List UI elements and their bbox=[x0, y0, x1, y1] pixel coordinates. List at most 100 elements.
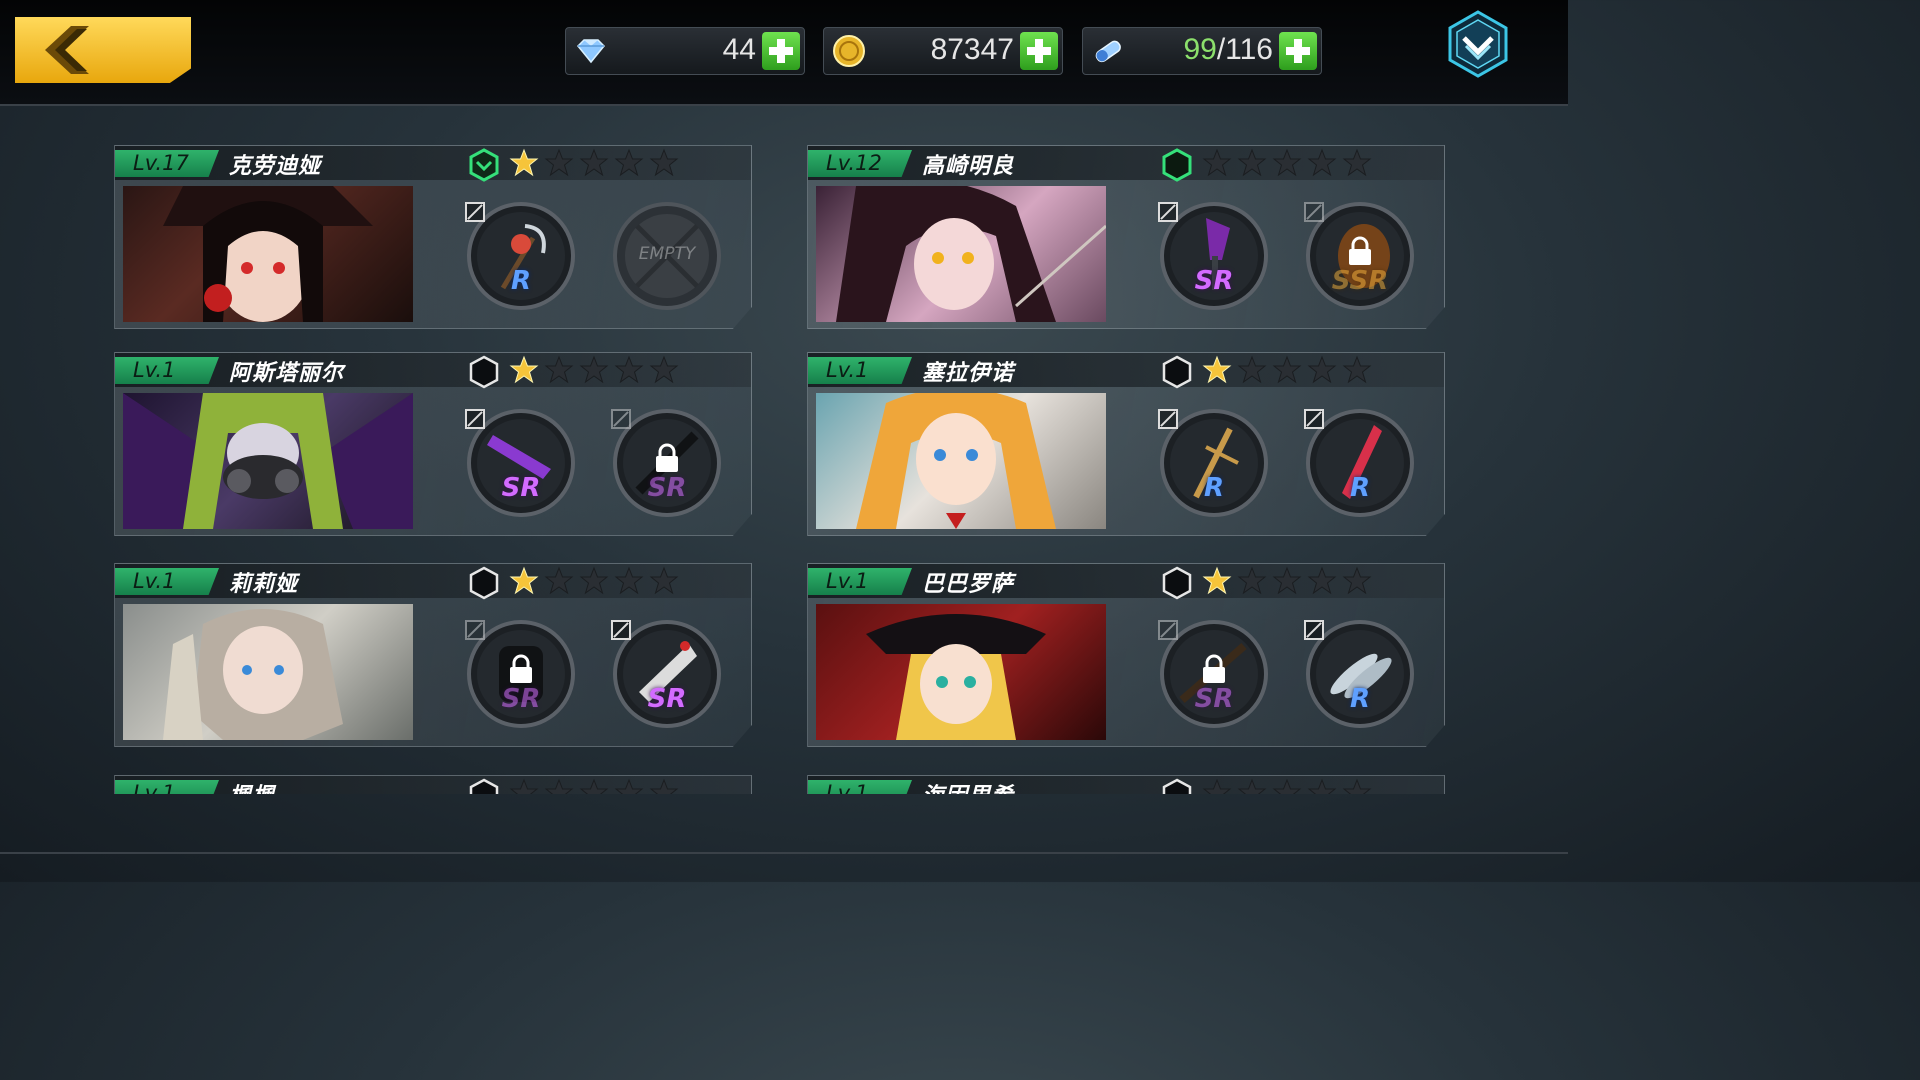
edit-icon bbox=[465, 620, 485, 640]
rarity-label: R bbox=[1349, 684, 1371, 714]
weapon-slot[interactable]: SR bbox=[1156, 198, 1272, 314]
star-empty-icon bbox=[1202, 778, 1232, 794]
diamond-icon bbox=[576, 39, 606, 64]
level-badge: Lv.1 bbox=[115, 357, 219, 384]
character-card[interactable]: Lv.1 莉莉娅 SR SR bbox=[114, 563, 752, 747]
level-badge: Lv.1 bbox=[115, 780, 219, 794]
weapon-slot-locked[interactable]: SR bbox=[463, 616, 579, 732]
hexagon-icon[interactable] bbox=[1161, 148, 1193, 182]
edit-icon bbox=[465, 202, 485, 222]
star-empty-icon bbox=[614, 355, 644, 384]
star-filled-icon bbox=[1202, 355, 1232, 384]
hexagon-icon[interactable] bbox=[1161, 355, 1193, 389]
star-empty-icon bbox=[1307, 355, 1337, 384]
character-portrait bbox=[123, 604, 413, 740]
weapon-slot[interactable]: SR bbox=[463, 405, 579, 521]
gold-value: 87347 bbox=[930, 33, 1014, 66]
level-badge: Lv.17 bbox=[115, 150, 219, 177]
edit-icon bbox=[1158, 202, 1178, 222]
star-filled-icon bbox=[509, 355, 539, 384]
top-bar: 44 87347 99/116 bbox=[0, 0, 1568, 106]
character-card[interactable]: Lv.1 塞拉伊诺 R R bbox=[807, 352, 1445, 536]
star-empty-icon bbox=[1342, 355, 1372, 384]
character-card[interactable]: Lv.1 海因里希 bbox=[807, 775, 1445, 794]
character-portrait bbox=[816, 186, 1106, 322]
bottom-divider bbox=[0, 852, 1568, 854]
star-empty-icon bbox=[614, 778, 644, 794]
star-empty-icon bbox=[1272, 778, 1302, 794]
upgrade-hexagon-icon[interactable] bbox=[468, 148, 500, 182]
star-rating bbox=[509, 355, 684, 385]
weapon-slot[interactable]: R bbox=[1302, 405, 1418, 521]
character-portrait bbox=[123, 186, 413, 322]
character-list[interactable]: Lv.17 克劳迪娅 R EMPTY Lv.12 高崎明良 SR SSR Lv.… bbox=[0, 104, 1568, 794]
star-empty-icon bbox=[544, 148, 574, 177]
rarity-label: SR bbox=[647, 473, 687, 503]
star-empty-icon bbox=[1307, 778, 1337, 794]
empty-label: EMPTY bbox=[638, 244, 696, 264]
character-name: 海因里希 bbox=[922, 778, 1014, 794]
rarity-label: SR bbox=[501, 473, 541, 503]
empty-slot[interactable]: EMPTY bbox=[609, 198, 725, 314]
character-card[interactable]: Lv.1 巴巴罗萨 SR R bbox=[807, 563, 1445, 747]
lock-icon bbox=[1203, 654, 1225, 683]
edit-icon bbox=[1304, 620, 1324, 640]
rarity-label: SR bbox=[647, 684, 687, 714]
hexagon-icon[interactable] bbox=[1161, 778, 1193, 794]
character-portrait bbox=[123, 393, 413, 529]
level-badge: Lv.1 bbox=[808, 780, 912, 794]
hexagon-icon[interactable] bbox=[468, 566, 500, 600]
weapon-slot[interactable]: R bbox=[1156, 405, 1272, 521]
weapon-slot[interactable]: SR bbox=[609, 616, 725, 732]
rarity-label: SR bbox=[1194, 266, 1234, 296]
rarity-label: R bbox=[1349, 473, 1371, 503]
weapon-slot-locked[interactable]: SR bbox=[1156, 616, 1272, 732]
weapon-slot[interactable]: R bbox=[1302, 616, 1418, 732]
character-name: 巴巴罗萨 bbox=[922, 572, 1015, 597]
edit-icon bbox=[1158, 409, 1178, 429]
star-empty-icon bbox=[544, 355, 574, 384]
star-empty-icon bbox=[1202, 148, 1232, 177]
star-empty-icon bbox=[579, 148, 609, 177]
character-card[interactable]: Lv.12 高崎明良 SR SSR bbox=[807, 145, 1445, 329]
add-gold-button[interactable] bbox=[1020, 32, 1058, 70]
character-portrait bbox=[816, 604, 1106, 740]
star-rating bbox=[1202, 778, 1377, 794]
edit-icon bbox=[1304, 409, 1324, 429]
stamina-value: 99/116 bbox=[1183, 33, 1273, 66]
lock-icon bbox=[1349, 236, 1371, 265]
star-empty-icon bbox=[544, 778, 574, 794]
rarity-label: SSR bbox=[1331, 266, 1389, 296]
edit-icon bbox=[611, 409, 631, 429]
star-empty-icon bbox=[509, 778, 539, 794]
star-empty-icon bbox=[1342, 566, 1372, 595]
star-empty-icon bbox=[1342, 148, 1372, 177]
star-rating bbox=[1202, 566, 1377, 596]
weapon-slot-locked[interactable]: SR bbox=[609, 405, 725, 521]
stamina-capsule-icon bbox=[1095, 40, 1121, 63]
hexagon-icon[interactable] bbox=[468, 355, 500, 389]
star-empty-icon bbox=[614, 566, 644, 595]
hexagon-icon[interactable] bbox=[468, 778, 500, 794]
character-card[interactable]: Lv.17 克劳迪娅 R EMPTY bbox=[114, 145, 752, 329]
character-portrait bbox=[816, 393, 1106, 529]
edit-icon bbox=[1158, 620, 1178, 640]
star-empty-icon bbox=[1342, 778, 1372, 794]
star-rating bbox=[509, 148, 684, 178]
add-stamina-button[interactable] bbox=[1279, 32, 1317, 70]
star-empty-icon bbox=[544, 566, 574, 595]
hexagon-icon[interactable] bbox=[1161, 566, 1193, 600]
weapon-slot-locked[interactable]: SSR bbox=[1302, 198, 1418, 314]
star-empty-icon bbox=[649, 778, 679, 794]
star-empty-icon bbox=[579, 778, 609, 794]
star-empty-icon bbox=[1272, 566, 1302, 595]
weapon-slot[interactable]: R bbox=[463, 198, 579, 314]
character-card[interactable]: Lv.1 楓楓 bbox=[114, 775, 752, 794]
chevron-down-icon[interactable] bbox=[1444, 10, 1512, 78]
add-diamond-button[interactable] bbox=[762, 32, 800, 70]
back-button[interactable] bbox=[15, 17, 191, 83]
character-card[interactable]: Lv.1 阿斯塔丽尔 SR SR bbox=[114, 352, 752, 536]
star-empty-icon bbox=[579, 355, 609, 384]
star-empty-icon bbox=[1237, 566, 1267, 595]
edit-icon bbox=[611, 620, 631, 640]
